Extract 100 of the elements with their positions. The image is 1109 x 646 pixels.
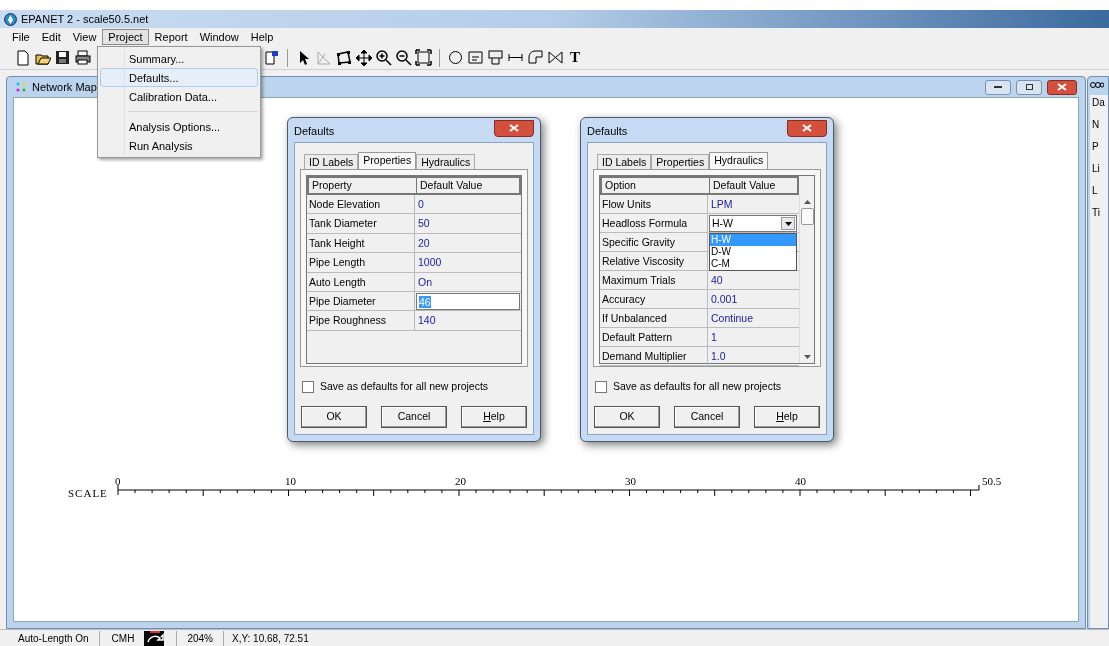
print-icon[interactable] <box>74 49 91 66</box>
tab[interactable]: Properties <box>651 154 710 169</box>
close-icon[interactable] <box>1057 83 1067 91</box>
close-button[interactable] <box>494 119 534 137</box>
panel-label: Da <box>1092 97 1106 109</box>
checkbox-label: Save as defaults for all new projects <box>613 379 782 394</box>
menu-item[interactable]: Project <box>102 29 149 45</box>
table-cell-text: LPM <box>710 198 733 210</box>
scroll-down-icon[interactable] <box>803 355 811 359</box>
panel-label: N <box>1092 119 1101 131</box>
table-cell: Pipe Diameter <box>307 291 415 311</box>
table-cell-text: 1000 <box>417 256 442 269</box>
panel-label: Ti <box>1092 207 1101 219</box>
dropdown-field[interactable]: H-W <box>709 215 797 232</box>
menu-item[interactable]: Defaults... <box>100 68 258 87</box>
pan-icon[interactable] <box>355 49 372 66</box>
menu-item[interactable]: View <box>66 29 103 45</box>
table-cell-text: 1.0 <box>710 350 726 362</box>
scale-tick-label: 40 <box>795 475 806 487</box>
menu-item[interactable]: Calibration Data... <box>100 87 258 106</box>
panel-label: Li <box>1092 163 1101 175</box>
close-icon[interactable] <box>509 124 519 132</box>
full-extent-icon[interactable] <box>415 49 432 66</box>
table-cell-text: 50 <box>417 217 430 230</box>
dialog-button[interactable]: Help <box>754 405 820 428</box>
dialog-button[interactable]: Help <box>461 405 527 428</box>
menu-item[interactable]: Window <box>193 29 245 45</box>
tank-icon[interactable] <box>487 49 504 66</box>
zoom-in-icon[interactable] <box>375 49 392 66</box>
table-cell: Tank Diameter <box>307 214 415 233</box>
table-cell: Default Pattern <box>600 328 708 346</box>
table-cell: Headloss Formula <box>600 214 708 232</box>
text-tool[interactable]: T <box>567 49 583 66</box>
status-field: 204% <box>176 630 224 646</box>
menu-item[interactable]: Analysis Options... <box>100 117 258 136</box>
minimize-button[interactable] <box>985 79 1011 95</box>
scale-tick-label: 10 <box>285 475 296 487</box>
menu-item[interactable]: Help <box>244 29 280 45</box>
close-button[interactable] <box>1047 79 1077 95</box>
column-header: Default Value <box>712 178 777 193</box>
menu-item[interactable]: Run Analysis <box>100 136 258 155</box>
scroll-up-icon[interactable] <box>803 200 811 204</box>
table-cell: Tank Height <box>307 233 415 253</box>
pump-icon[interactable] <box>527 49 544 66</box>
column-header: Default Value <box>419 178 484 193</box>
tab[interactable]: Hydraulics <box>416 154 476 169</box>
scrollbar-thumb[interactable] <box>800 208 814 225</box>
column-header: Property <box>309 178 417 193</box>
scale-tick-label: 50.5 <box>982 475 1002 487</box>
dialog-button[interactable]: OK <box>594 405 660 428</box>
menu-item[interactable]: File <box>6 29 36 45</box>
dropdown-option[interactable]: C-M <box>710 258 796 270</box>
table-cell-text: 40 <box>710 274 723 286</box>
menu-item[interactable]: Summary... <box>100 49 258 68</box>
window-title: Network Map <box>32 79 97 95</box>
table-cell: Maximum Trials <box>600 271 708 289</box>
dialog-button[interactable]: OK <box>301 405 367 428</box>
checkbox[interactable] <box>302 380 314 393</box>
tab[interactable]: ID Labels <box>304 154 359 169</box>
zoom-out-icon[interactable] <box>395 49 412 66</box>
scrollbar[interactable] <box>799 195 814 363</box>
table-cell-text: On <box>417 275 432 288</box>
status-field: Auto-Length On <box>0 630 100 646</box>
close-button[interactable] <box>787 119 827 137</box>
window-title: EPANET 2 - scale50.5.net <box>21 11 149 27</box>
table-cell: If Unbalanced <box>600 309 708 327</box>
binoculars-icon[interactable] <box>1090 81 1104 89</box>
tab[interactable]: Properties <box>358 152 417 169</box>
table-cell: Demand Multiplier <box>600 347 708 365</box>
tab[interactable]: ID Labels <box>597 154 652 169</box>
dialog-title: Defaults <box>587 123 628 139</box>
table-cell-text: 1 <box>710 331 717 343</box>
scale-tick-label: 20 <box>455 475 466 487</box>
panel-label: P <box>1092 141 1100 153</box>
close-icon[interactable] <box>802 124 812 132</box>
table-cell-text: 140 <box>417 314 436 327</box>
app-icon[interactable] <box>4 12 17 26</box>
new-file-icon[interactable] <box>14 49 31 66</box>
document-icon[interactable] <box>263 49 280 66</box>
table-cell: Accuracy <box>600 290 708 308</box>
table-cell: Relative Viscosity <box>600 252 708 270</box>
table-cell-text: 20 <box>417 236 430 249</box>
tab[interactable]: Hydraulics <box>709 152 769 169</box>
dropdown-option[interactable]: D-W <box>710 246 796 258</box>
dialog-button[interactable]: Cancel <box>674 405 740 428</box>
dialog-button[interactable]: Cancel <box>381 405 447 428</box>
valve-icon[interactable] <box>547 49 564 66</box>
save-icon[interactable] <box>54 49 71 66</box>
dropdown-button[interactable] <box>781 217 795 230</box>
column-header: Option <box>602 178 710 193</box>
menu-item[interactable]: Edit <box>35 29 67 45</box>
junction-icon[interactable] <box>447 49 464 66</box>
caret-icon[interactable] <box>784 221 792 226</box>
checkbox[interactable] <box>595 380 607 393</box>
polygon-select-icon[interactable] <box>335 49 352 66</box>
pump-status-icon[interactable] <box>144 630 165 646</box>
menu-item[interactable]: Report <box>148 29 194 45</box>
restore-button[interactable] <box>1016 79 1042 95</box>
table-cell: Pipe Roughness <box>307 311 415 330</box>
reservoir-icon[interactable] <box>467 49 484 66</box>
